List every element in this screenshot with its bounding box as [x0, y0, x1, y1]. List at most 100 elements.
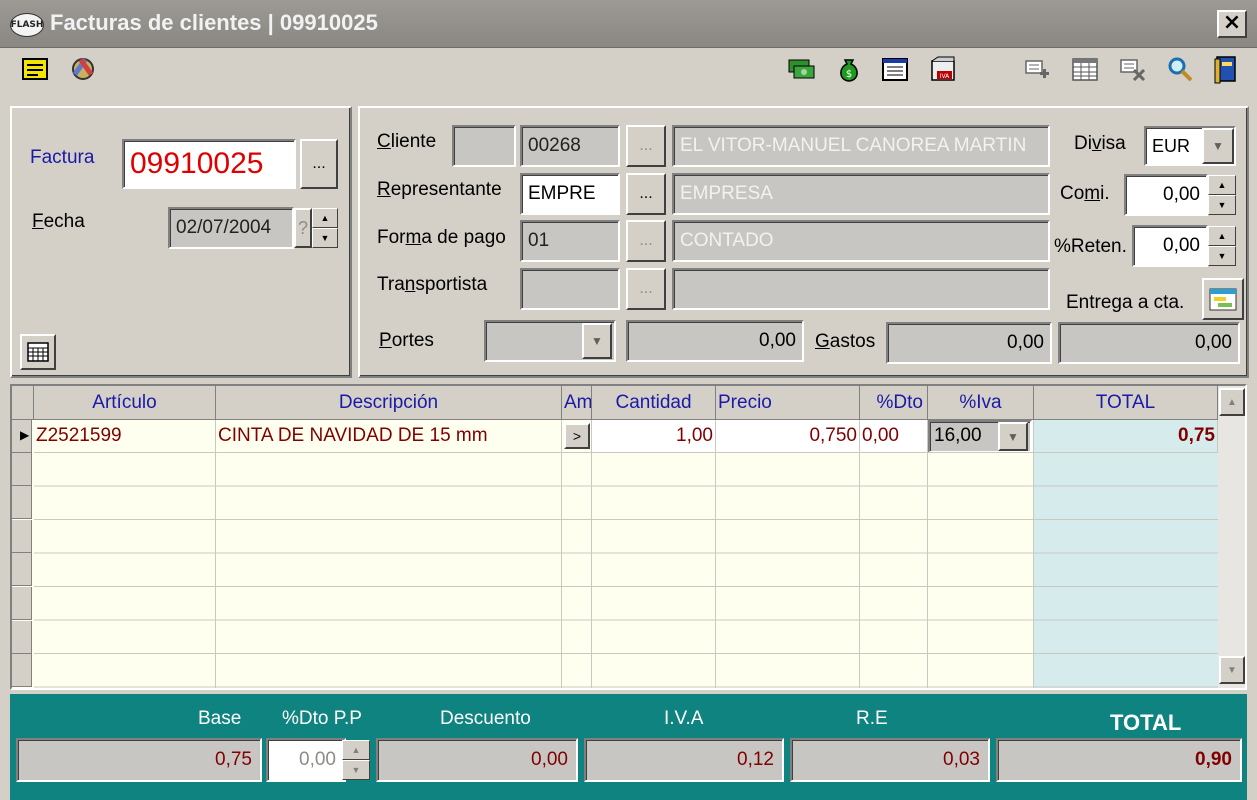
portes-amount-field[interactable]: 0,00: [626, 320, 804, 362]
fecha-spin-up-icon[interactable]: ▲: [312, 208, 338, 228]
app-logo-icon: FLASH: [10, 13, 44, 37]
representante-code-input[interactable]: EMPRE: [520, 173, 620, 215]
iva-value: 0,12: [584, 738, 784, 782]
footer-label-dto-pp: %Dto P.P: [282, 708, 362, 729]
grid-button[interactable]: [1068, 52, 1102, 86]
col-header-dto[interactable]: %Dto: [860, 386, 928, 420]
add-line-button[interactable]: [1020, 52, 1054, 86]
comi-spin-down-icon[interactable]: ▼: [1208, 195, 1236, 215]
iva-dropdown-icon[interactable]: ▼: [998, 422, 1028, 451]
scroll-up-icon[interactable]: ▲: [1219, 388, 1245, 416]
cell-iva[interactable]: 16,00 ▼: [928, 420, 1034, 453]
calendar-grid-icon: [27, 342, 49, 362]
cell-cantidad[interactable]: 1,00: [592, 420, 716, 453]
reten-spinner[interactable]: ▲ ▼: [1208, 226, 1236, 266]
close-button[interactable]: ×: [1217, 10, 1247, 38]
dto-pp-spinner[interactable]: ▲ ▼: [342, 740, 370, 780]
scroll-down-icon[interactable]: ▼: [1219, 656, 1245, 684]
reten-spin-down-icon[interactable]: ▼: [1208, 246, 1236, 266]
comi-spin-up-icon[interactable]: ▲: [1208, 175, 1236, 195]
cell-precio[interactable]: 0,750: [716, 420, 860, 453]
row-header[interactable]: [12, 553, 32, 586]
base-value: 0,75: [16, 738, 262, 782]
calendar-button[interactable]: [20, 334, 56, 370]
dto-pp-input[interactable]: 0,00: [266, 738, 346, 782]
entrega-button[interactable]: [1202, 278, 1244, 320]
grid-scrollbar[interactable]: [1218, 386, 1245, 688]
delete-line-button[interactable]: [1116, 52, 1150, 86]
cell-articulo[interactable]: Z2521599: [34, 420, 216, 453]
re-value: 0,03: [790, 738, 990, 782]
invoice-lines-grid[interactable]: Artículo Descripción Am Cantidad Precio …: [10, 384, 1247, 690]
row-header[interactable]: [12, 587, 32, 620]
cliente-prefix-field[interactable]: [452, 125, 516, 167]
cell-descripcion[interactable]: CINTA DE NAVIDAD DE 15 mm: [216, 420, 562, 453]
descuento-value: 0,00: [376, 738, 578, 782]
col-header-precio[interactable]: Precio: [716, 386, 860, 420]
entrega-amount-field[interactable]: 0,00: [1058, 322, 1240, 364]
fecha-spin-down-icon[interactable]: ▼: [312, 228, 338, 248]
window-title: Facturas de clientes | 09910025: [50, 10, 378, 35]
tools-icon: [72, 58, 94, 80]
fecha-help-button[interactable]: ?: [294, 208, 312, 248]
delete-line-icon: [1120, 59, 1146, 82]
search-icon: [1168, 57, 1193, 82]
reten-input[interactable]: 0,00: [1132, 225, 1208, 267]
row-header[interactable]: [12, 453, 32, 486]
money-exchange-button[interactable]: [784, 52, 818, 86]
fecha-spinner[interactable]: ▲ ▼: [312, 208, 338, 248]
money-bag-icon: $: [840, 59, 858, 82]
comi-input[interactable]: 0,00: [1124, 174, 1208, 216]
notes-icon: [22, 58, 48, 80]
grid-col-line: [561, 420, 562, 688]
cell-total[interactable]: 0,75: [1034, 420, 1218, 453]
comi-label: Comi.: [1060, 183, 1110, 204]
document-list-button[interactable]: [878, 52, 912, 86]
comi-spinner[interactable]: ▲ ▼: [1208, 175, 1236, 215]
row-header[interactable]: [12, 486, 32, 519]
col-header-descripcion[interactable]: Descripción: [216, 386, 562, 420]
forma-pago-lookup-button[interactable]: ...: [626, 220, 666, 262]
grid-col-line: [591, 420, 592, 688]
col-header-cantidad[interactable]: Cantidad: [592, 386, 716, 420]
cliente-lookup-button[interactable]: ...: [626, 125, 666, 167]
tools-button[interactable]: [66, 52, 100, 86]
iva-combo-value: 16,00: [934, 425, 982, 446]
row-header[interactable]: [12, 621, 32, 654]
representante-lookup-button[interactable]: ...: [626, 173, 666, 215]
divisa-dropdown-icon[interactable]: ▼: [1202, 128, 1234, 164]
col-header-iva[interactable]: %Iva: [928, 386, 1034, 420]
col-header-articulo[interactable]: Artículo: [34, 386, 216, 420]
row-header-current[interactable]: ▶: [12, 420, 32, 453]
representante-label: Representante: [377, 179, 502, 200]
cliente-code-input[interactable]: 00268: [520, 125, 620, 167]
transportista-lookup-button[interactable]: ...: [626, 268, 666, 310]
money-bag-button[interactable]: $: [832, 52, 866, 86]
factura-lookup-button[interactable]: ...: [300, 139, 338, 189]
col-header-total[interactable]: TOTAL: [1034, 386, 1218, 420]
transportista-code-input[interactable]: [520, 268, 620, 310]
cell-am-button[interactable]: >: [564, 423, 590, 449]
representante-name-field: EMPRESA: [672, 173, 1050, 215]
portes-dropdown-icon[interactable]: ▼: [582, 323, 612, 359]
book-button[interactable]: [1208, 52, 1242, 86]
search-button[interactable]: [1163, 52, 1197, 86]
portes-label: Portes: [379, 330, 434, 351]
footer-label-iva: I.V.A: [664, 708, 704, 729]
dto-pp-spin-up-icon[interactable]: ▲: [342, 740, 370, 760]
dto-pp-spin-down-icon[interactable]: ▼: [342, 760, 370, 780]
row-header[interactable]: [12, 654, 32, 687]
notes-button[interactable]: [18, 52, 52, 86]
iva-button[interactable]: IVA: [926, 52, 960, 86]
cell-am[interactable]: >: [562, 420, 592, 453]
book-icon: [1214, 56, 1236, 84]
col-header-am[interactable]: Am: [562, 386, 592, 420]
fecha-input[interactable]: 02/07/2004: [168, 207, 294, 249]
forma-pago-code-input[interactable]: 01: [520, 220, 620, 262]
cell-dto[interactable]: 0,00: [860, 420, 928, 453]
factura-input[interactable]: 09910025: [122, 139, 296, 189]
gastos-amount-field[interactable]: 0,00: [886, 322, 1052, 364]
cliente-name-field: EL VITOR-MANUEL CANOREA MARTIN: [672, 125, 1050, 167]
row-header[interactable]: [12, 520, 32, 553]
reten-spin-up-icon[interactable]: ▲: [1208, 226, 1236, 246]
